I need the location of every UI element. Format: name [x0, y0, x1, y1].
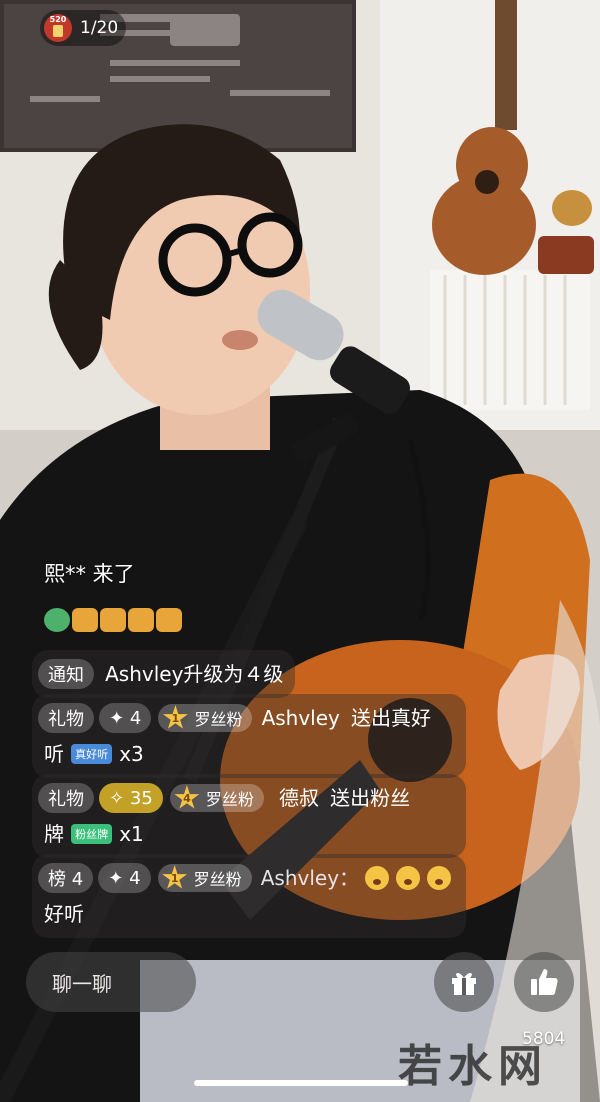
rank-message-text: 好听 [44, 902, 84, 926]
gift-tag: 礼物 [38, 703, 94, 733]
viewer-count: 1/20 [80, 18, 119, 38]
thumbs-up-icon [100, 608, 126, 632]
gift-action-text-cont: 牌 [44, 822, 64, 846]
surprised-emoji-icon [427, 866, 452, 890]
gift-action-text: 送出粉丝 [330, 786, 411, 810]
viewer-count-pill[interactable]: 520 1/20 [40, 10, 126, 46]
fan-level-star-icon: 1 [162, 865, 188, 889]
notice-tag: 通知 [38, 659, 94, 689]
thumbs-up-icon [128, 608, 154, 632]
rank-tag: 榜 4 [38, 863, 94, 893]
gift-tag: 礼物 [38, 783, 94, 813]
gift-count: x1 [119, 822, 144, 846]
sender-name[interactable]: Ashvley： [261, 866, 359, 890]
notice-message[interactable]: 通知 Ashvley升级为４级 [32, 650, 296, 698]
thumbs-up-icon [72, 608, 98, 632]
gift-icon: 粉丝牌 [71, 824, 113, 844]
fan-badge: 4 罗丝粉 [169, 784, 264, 812]
chat-entry-message: 熙** 来了 [44, 562, 135, 586]
notice-text: Ashvley升级为４级 [105, 662, 284, 686]
fan-level-star-icon: 1 [162, 705, 188, 729]
gift-button[interactable] [434, 952, 494, 1012]
gift-action-text: 送出真好 [350, 706, 431, 730]
watermark-logo: 若水网 [398, 1041, 548, 1092]
rank-message[interactable]: 榜 4 ✦ 4 1 罗丝粉 Ashvley： 好听 [32, 854, 466, 938]
like-button[interactable] [514, 952, 574, 1012]
frog-icon [44, 608, 70, 632]
fan-badge: 1 罗丝粉 [158, 704, 253, 732]
user-level-chip: ✧ 35 [99, 783, 163, 813]
gift-count: x3 [119, 742, 144, 766]
gift-message-1[interactable]: 礼物 ✦ 4 1 罗丝粉 Ashvley 送出真好 听 真好听 x3 [32, 694, 466, 778]
user-level-chip: ✦ 4 [99, 703, 152, 733]
fan-level-star-icon: 4 [174, 785, 200, 809]
chat-input-placeholder: 聊一聊 [52, 971, 112, 996]
home-indicator[interactable] [194, 1080, 408, 1086]
gift-icon [452, 973, 476, 995]
user-level-chip: ✦ 4 [98, 863, 151, 893]
surprised-emoji-icon [396, 866, 421, 890]
sender-name[interactable]: 德叔 [279, 786, 319, 810]
reaction-strip [44, 608, 182, 632]
fan-badge: 1 罗丝粉 [157, 864, 252, 892]
thumbs-up-icon [156, 608, 182, 632]
chat-input[interactable]: 聊一聊 [26, 952, 196, 1012]
hot-badge-icon: 520 [44, 14, 72, 42]
surprised-emoji-icon [365, 866, 390, 890]
gift-action-text-cont: 听 [44, 742, 64, 766]
thumbs-up-icon [531, 969, 558, 995]
gift-icon: 真好听 [71, 744, 113, 764]
gift-message-2[interactable]: 礼物 ✧ 35 4 罗丝粉 德叔 送出粉丝 牌 粉丝牌 x1 [32, 774, 466, 858]
sender-name[interactable]: Ashvley [262, 706, 340, 730]
